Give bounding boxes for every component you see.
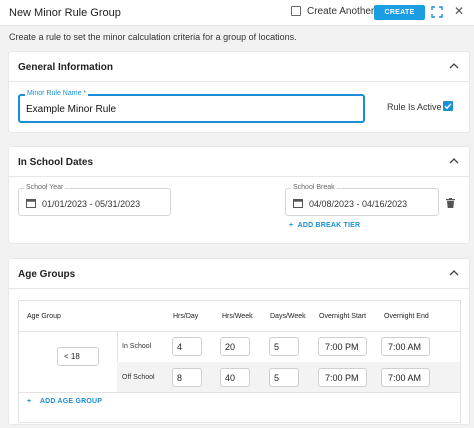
- rule-active-label: Rule Is Active: [387, 102, 442, 112]
- section-title: Age Groups: [18, 269, 76, 280]
- overnight-start-input[interactable]: 7:00 PM: [318, 368, 367, 387]
- minor-rule-name-label: Minor Rule Name *: [25, 90, 89, 97]
- overnight-end-input[interactable]: 7:00 AM: [381, 337, 430, 356]
- column-header-hrs-week: Hrs/Week: [222, 313, 253, 320]
- close-icon[interactable]: ✕: [454, 5, 464, 17]
- general-information-card: General Information Minor Rule Name * Ex…: [9, 52, 469, 132]
- calendar-icon: [293, 199, 303, 208]
- column-header-days-week: Days/Week: [270, 313, 306, 320]
- divider: [19, 331, 460, 332]
- school-break-value: 04/08/2023 - 04/16/2023: [309, 199, 408, 209]
- add-break-tier-label: ADD BREAK TIER: [297, 222, 361, 229]
- section-title: General Information: [18, 62, 114, 73]
- school-break-field[interactable]: School Break 04/08/2023 - 04/16/2023: [285, 184, 439, 216]
- rule-active-checkbox[interactable]: [443, 101, 453, 111]
- check-icon: [444, 103, 452, 110]
- age-group-input[interactable]: < 18: [57, 347, 99, 366]
- dialog-title: New Minor Rule Group: [9, 7, 121, 19]
- add-age-group-label: ADD AGE GROUP: [39, 398, 103, 405]
- row-label-in-school: In School: [122, 343, 152, 350]
- dialog-header: New Minor Rule Group Create Another CREA…: [0, 0, 474, 26]
- column-header-overnight-start: Overnight Start: [319, 313, 367, 320]
- days-week-input[interactable]: 5: [269, 368, 299, 387]
- minor-rule-name-value[interactable]: Example Minor Rule: [26, 104, 116, 115]
- overnight-end-input[interactable]: 7:00 AM: [381, 368, 430, 387]
- calendar-icon: [26, 199, 36, 208]
- overnight-start-input[interactable]: 7:00 PM: [318, 337, 367, 356]
- hrs-week-input[interactable]: 40: [220, 368, 250, 387]
- school-year-field[interactable]: School Year 01/01/2023 - 05/31/2023: [18, 184, 171, 216]
- column-header-age-group: Age Group: [27, 313, 61, 320]
- chevron-up-icon[interactable]: [449, 62, 459, 70]
- create-button[interactable]: CREATE: [374, 5, 425, 20]
- in-school-dates-header[interactable]: In School Dates: [9, 147, 469, 177]
- in-school-dates-card: In School Dates School Year 01/01/2023 -…: [9, 147, 469, 243]
- column-header-overnight-end: Overnight End: [384, 313, 429, 320]
- school-break-label: School Break: [291, 184, 337, 191]
- expand-icon[interactable]: [431, 6, 443, 18]
- school-year-label: School Year: [24, 184, 66, 191]
- hrs-week-input[interactable]: 20: [220, 337, 250, 356]
- add-break-tier-link[interactable]: + ADD BREAK TIER: [289, 222, 360, 229]
- school-year-value: 01/01/2023 - 05/31/2023: [42, 199, 141, 209]
- age-groups-header[interactable]: Age Groups: [9, 259, 469, 289]
- section-title: In School Dates: [18, 157, 94, 168]
- chevron-up-icon[interactable]: [449, 269, 459, 277]
- create-another-checkbox[interactable]: [291, 6, 301, 16]
- days-week-input[interactable]: 5: [269, 337, 299, 356]
- chevron-up-icon[interactable]: [449, 157, 459, 165]
- hrs-day-input[interactable]: 8: [172, 368, 202, 387]
- add-age-group-link[interactable]: + ADD AGE GROUP: [27, 398, 102, 405]
- general-information-header[interactable]: General Information: [9, 52, 469, 82]
- age-groups-table: Age Group Hrs/Day Hrs/Week Days/Week Ove…: [18, 300, 461, 423]
- column-header-hrs-day: Hrs/Day: [173, 313, 199, 320]
- dialog-description: Create a rule to set the minor calculati…: [9, 32, 297, 42]
- divider: [19, 392, 460, 393]
- minor-rule-name-field[interactable]: Minor Rule Name * Example Minor Rule: [18, 90, 365, 123]
- trash-icon[interactable]: [446, 198, 455, 208]
- age-groups-card: Age Groups Age Group Hrs/Day Hrs/Week Da…: [9, 259, 469, 424]
- create-another-label[interactable]: Create Another: [307, 6, 374, 17]
- hrs-day-input[interactable]: 4: [172, 337, 202, 356]
- row-label-off-school: Off School: [122, 374, 155, 381]
